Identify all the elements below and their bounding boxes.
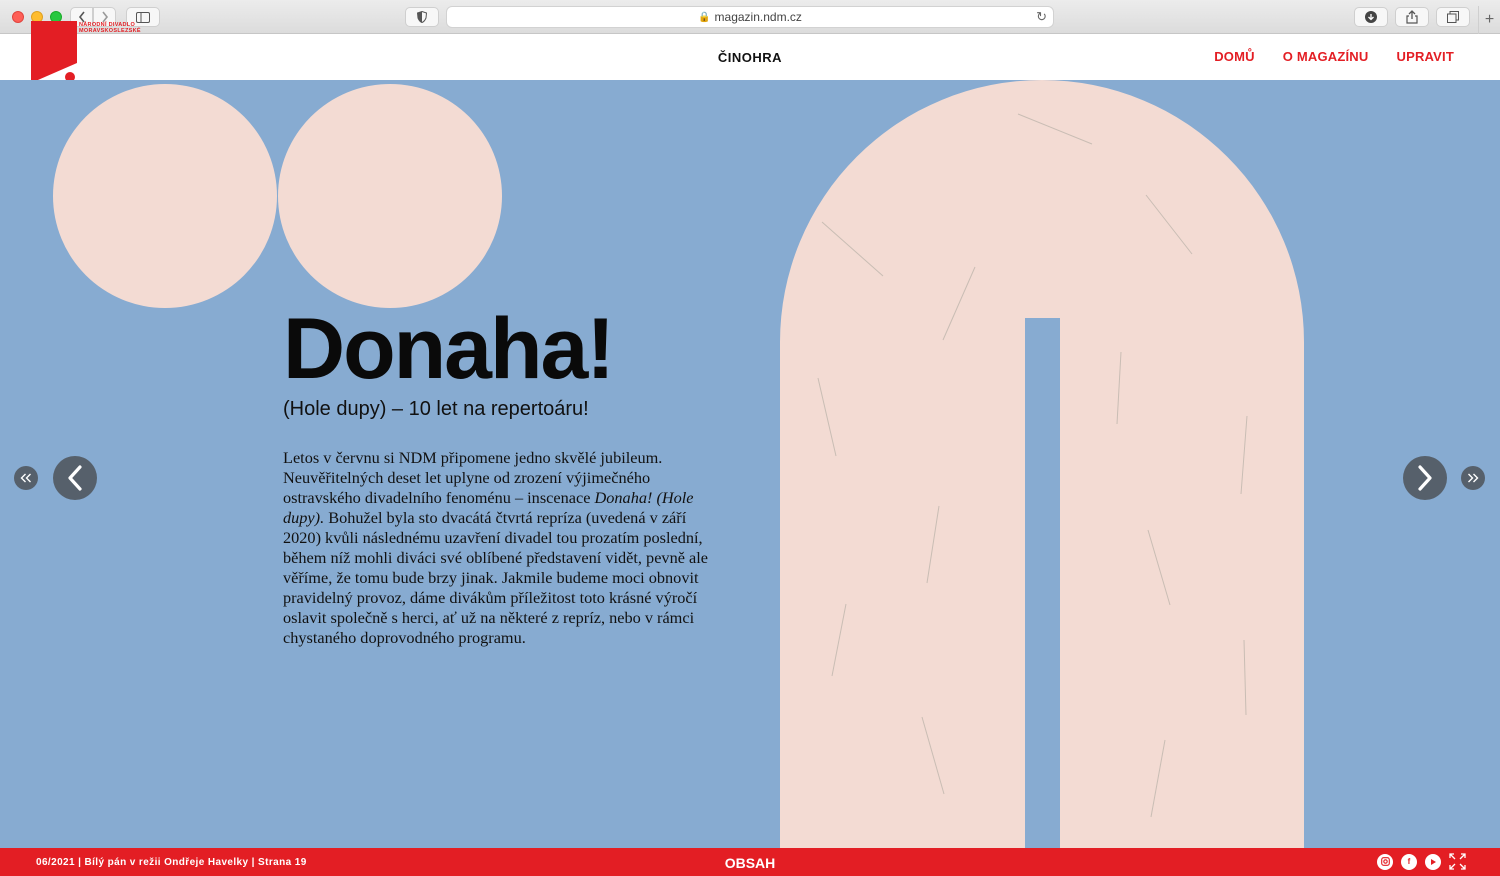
double-chevron-right-icon [1468,473,1479,483]
url-text: magazin.ndm.cz [714,10,802,24]
decor-circle-left [53,84,277,308]
decor-arch-figure [780,80,1304,848]
next-page-button[interactable] [1403,456,1447,500]
close-window-button[interactable] [12,11,24,23]
article-body: Letos v červnu si NDM připomene jedno sk… [283,448,728,648]
lock-icon: 🔒 [698,11,711,23]
double-chevron-left-icon [20,473,31,483]
chevron-left-icon [68,465,82,491]
facebook-icon[interactable]: f [1401,853,1417,870]
browser-toolbar: 🔒 magazin.ndm.cz ↻ + [0,0,1500,34]
nav-edit[interactable]: UPRAVIT [1397,49,1455,64]
article-subtitle: (Hole dupy) – 10 let na repertoáru! [283,398,589,420]
main-nav: DOMŮ O MAGAZÍNU UPRAVIT [1214,49,1454,64]
social-links: f [1377,853,1466,870]
downloads-button[interactable] [1354,7,1388,27]
nav-home[interactable]: DOMŮ [1214,49,1255,64]
share-button[interactable] [1395,7,1429,27]
youtube-icon[interactable] [1425,853,1441,870]
sidebar-icon [136,11,150,23]
chevron-right-icon [1418,465,1432,491]
fullscreen-icon[interactable] [1449,853,1466,870]
footer-bar: 06/2021 | Bílý pán v režii Ondřeje Havel… [0,848,1500,876]
logo-line-2: MORAVSKOSLEZSKÉ [79,28,141,34]
last-page-button[interactable] [1461,466,1485,490]
download-icon [1365,11,1377,23]
previous-page-button[interactable] [53,456,97,500]
decor-circle-right [278,84,502,308]
new-tab-button[interactable]: + [1478,6,1500,34]
article-page: Donaha! (Hole dupy) – 10 let na repertoá… [0,80,1500,848]
article-title: Donaha! [283,301,615,397]
contents-link[interactable]: OBSAH [0,855,1500,871]
tabs-icon [1447,11,1459,23]
logo-text: NÁRODNÍ DIVADLO MORAVSKOSLEZSKÉ [79,22,141,34]
tab-overview-button[interactable] [1436,7,1470,27]
article-body-part2: Bohužel byla sto dvacátá čtvrtá repríza … [283,508,708,647]
nav-about-magazine[interactable]: O MAGAZÍNU [1283,49,1369,64]
share-icon [1406,10,1418,24]
address-bar[interactable]: 🔒 magazin.ndm.cz ↻ [446,6,1054,28]
first-page-button[interactable] [14,466,38,490]
shield-icon [417,11,427,23]
reload-icon[interactable]: ↻ [1036,9,1047,25]
privacy-report-button[interactable] [405,7,439,27]
instagram-icon[interactable] [1377,853,1393,870]
